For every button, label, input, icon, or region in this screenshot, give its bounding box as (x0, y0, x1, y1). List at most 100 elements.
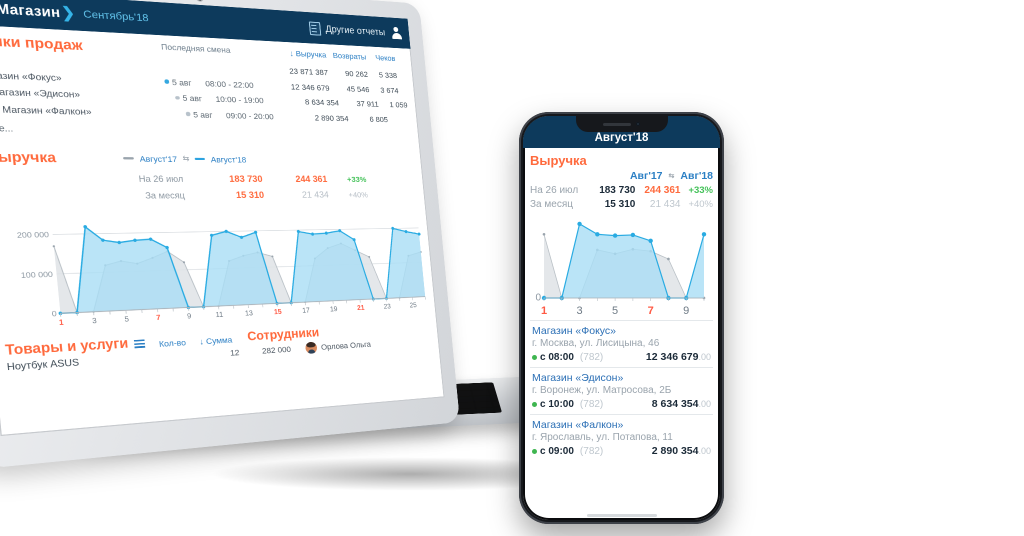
list-icon[interactable] (133, 338, 146, 348)
swap-icon[interactable]: ⇆ (182, 154, 189, 163)
laptop-lid: Магазин ❯ Сентябрь'18 Другие отчеты Точк… (0, 0, 461, 469)
screen-bottom-fade (0, 373, 444, 431)
compare-row: За месяц 15 310 21 434 +40% (0, 189, 416, 202)
compare-prev: 15 310 (235, 188, 265, 200)
employee-chip[interactable]: Орлова Ольга (304, 338, 372, 354)
svg-text:15: 15 (274, 308, 283, 316)
column-returns[interactable]: Возвраты (326, 50, 366, 62)
phone-notch (575, 116, 668, 132)
row-returns: 45 546 (346, 83, 370, 94)
period-selector[interactable]: Сентябрь'18 (83, 8, 149, 24)
mockup-stage: Магазин ❯ Сентябрь'18 Другие отчеты Точк… (0, 0, 1024, 536)
store-sum: 2 890 354.00 (651, 445, 711, 457)
user-icon[interactable] (389, 27, 402, 40)
phone-revenue-title: Выручка (530, 153, 587, 168)
compare-label: На 26 июл (138, 173, 184, 184)
revenue-compare: На 26 июл 183 730 244 361 +33% За месяц … (0, 172, 416, 201)
compare-cur: 21 434 (649, 199, 681, 210)
phone-chart-legend: Авг'17 ⇆ Авг'18 (530, 170, 713, 182)
shift-time: 10:00 - 19:00 (215, 94, 265, 106)
svg-text:9: 9 (683, 305, 689, 317)
compare-prev: 183 730 (599, 185, 636, 196)
other-reports-link[interactable]: Другие отчеты (325, 24, 386, 38)
phone-period-title[interactable]: Август'18 (595, 132, 649, 144)
store-open-time: с 09:00 (540, 445, 574, 457)
store-name[interactable]: Магазин «Эдисон» (0, 87, 176, 103)
shift-date: 5 авг (164, 77, 206, 88)
laptop-revenue-chart[interactable]: 0 100 000 200 000 1 3 5 7 9 11 13 15 17 19 21 23 25 (0, 208, 427, 335)
compare-label: За месяц (144, 190, 186, 201)
compare-delta: +33% (346, 174, 367, 184)
points-title: Точки продаж (0, 32, 84, 54)
show-more-link[interactable]: Еще... (0, 122, 410, 140)
home-indicator (586, 514, 657, 517)
list-item[interactable]: Магазин «Фалкон» г. Ярославль, ул. Потап… (530, 414, 713, 461)
row-checks (387, 115, 417, 125)
store-name[interactable]: Магазин «Фалкон» (2, 104, 187, 119)
legend-label-cur[interactable]: Авг'18 (680, 170, 713, 182)
svg-text:25: 25 (409, 302, 417, 309)
compare-row: На 26 июл 183 730 244 361 +33% (530, 185, 713, 196)
shift-column-header: Последняя смена (160, 41, 231, 56)
document-icon (308, 20, 322, 36)
row-revenue: 2 890 354 (314, 112, 349, 123)
svg-text:17: 17 (302, 307, 310, 314)
status-dot-icon (164, 79, 169, 84)
svg-text:1: 1 (59, 319, 65, 327)
row-returns: 37 911 (356, 98, 380, 109)
legend-label-prev[interactable]: Авг'17 (630, 170, 663, 182)
svg-text:19: 19 (330, 306, 338, 313)
svg-text:5: 5 (612, 305, 618, 317)
legend-label-cur[interactable]: Август'18 (210, 154, 246, 164)
store-sum: 12 346 679.00 (645, 351, 711, 363)
list-item[interactable]: Магазин «Фокус» г. Москва, ул. Лисицына,… (530, 320, 713, 367)
store-address: г. Москва, ул. Лисицына, 46 (532, 338, 660, 349)
compare-delta: +40% (348, 189, 369, 200)
store-name[interactable]: Магазин «Фокус» (532, 325, 711, 337)
swap-icon[interactable]: ⇆ (669, 172, 675, 180)
shift-time: 09:00 - 20:00 (225, 110, 275, 121)
revenue-title: Выручка (0, 148, 57, 166)
legend-label-prev[interactable]: Август'17 (139, 153, 177, 163)
store-open-time: с 10:00 (540, 398, 574, 410)
points-columns: ↓ Выручка Возвраты Чеков (266, 47, 403, 63)
phone-content: Выручка Авг'17 ⇆ Авг'18 На 26 июл 183 73… (523, 148, 720, 461)
row-returns: 6 805 (369, 114, 389, 124)
svg-text:21: 21 (357, 304, 365, 311)
svg-text:200 000: 200 000 (16, 229, 49, 240)
phone-screen: Август'18 Выручка Авг'17 ⇆ Авг'18 На 26 … (523, 116, 720, 520)
goods-qty: 12 (229, 347, 240, 358)
row-revenue: 8 634 354 (304, 97, 340, 108)
column-checks[interactable]: Чеков (366, 52, 396, 63)
goods-sum: 282 000 (261, 343, 292, 356)
chart-legend: Август'17 ⇆ Август'18 (122, 150, 247, 164)
column-revenue[interactable]: ↓ Выручка (266, 47, 327, 59)
revenue-area-chart[interactable]: 0100 000200 0001 3 5 7 9 11 13 15 17 19 21 23 25 (0, 208, 434, 335)
shift-time: 08:00 - 22:00 (204, 78, 254, 90)
compare-row: За месяц 15 310 21 434 +40% (530, 199, 713, 210)
speaker-icon (603, 122, 631, 126)
brand-mark-icon: ❯ (60, 3, 76, 22)
svg-text:5: 5 (124, 316, 129, 324)
store-name[interactable]: Магазин «Фокус» (0, 69, 165, 86)
brand-logo[interactable]: Магазин (0, 1, 61, 21)
store-open-time: с 08:00 (540, 351, 574, 363)
list-item[interactable]: Магазин «Эдисон» г. Воронеж, ул. Матросо… (530, 367, 713, 414)
compare-delta: +40% (688, 199, 713, 210)
svg-text:100 000: 100 000 (20, 269, 53, 280)
legend-swatch-cur (194, 157, 206, 161)
svg-text:11: 11 (215, 311, 223, 319)
store-name[interactable]: Магазин «Эдисон» (532, 372, 711, 384)
svg-text:9: 9 (187, 313, 192, 321)
shift-date: 5 авг (175, 93, 216, 104)
revenue-area-chart[interactable]: 01 3 5 7 9 (530, 214, 712, 320)
phone-revenue-chart[interactable]: 01 3 5 7 9 (530, 214, 713, 320)
column-qty[interactable]: Кол-во (158, 337, 186, 349)
laptop-mockup: Магазин ❯ Сентябрь'18 Другие отчеты Точк… (0, 0, 610, 502)
status-dot-icon (185, 111, 190, 116)
row-checks: 3 674 (379, 85, 399, 95)
column-sum[interactable]: ↓ Сумма (199, 334, 233, 346)
store-name[interactable]: Магазин «Фалкон» (532, 419, 711, 431)
employee-name: Орлова Ольга (320, 338, 372, 352)
compare-prev: 15 310 (604, 199, 636, 210)
